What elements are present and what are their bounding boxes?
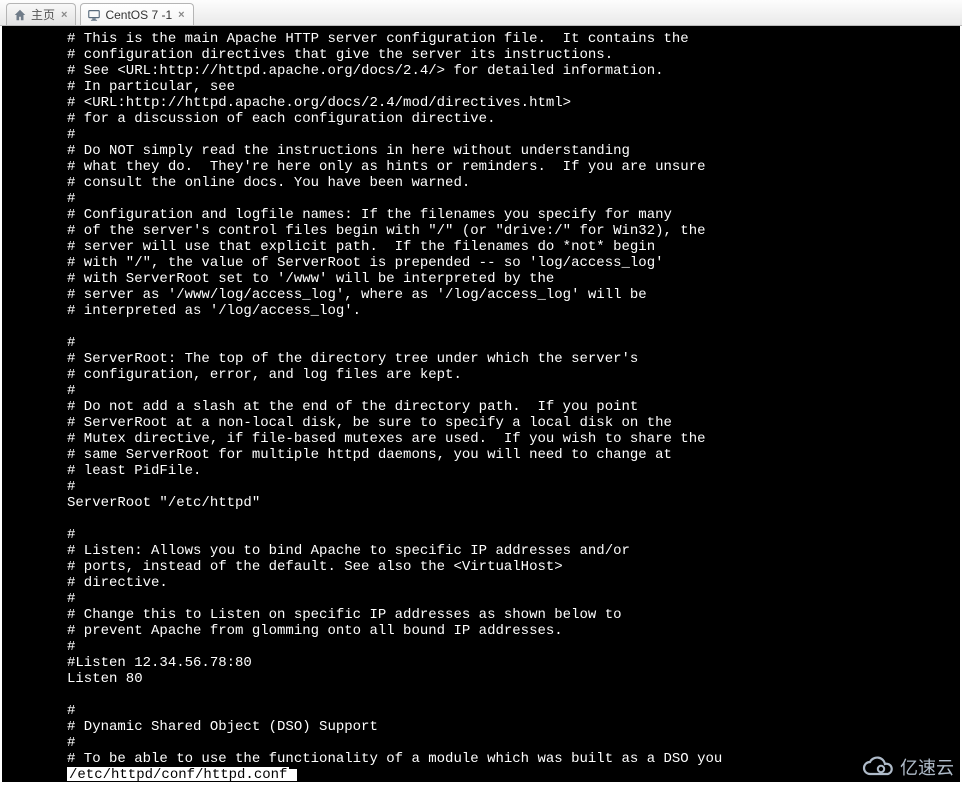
- terminal-line: #: [3, 735, 959, 751]
- terminal-line: #: [3, 191, 959, 207]
- watermark-text: 亿速云: [900, 754, 954, 780]
- terminal-line: # Configuration and logfile names: If th…: [3, 207, 959, 223]
- terminal-line: # least PidFile.: [3, 463, 959, 479]
- terminal-line: # To be able to use the functionality of…: [3, 751, 959, 767]
- cursor: [289, 769, 297, 782]
- terminal-line: #: [3, 639, 959, 655]
- terminal-line: # interpreted as '/log/access_log'.: [3, 303, 959, 319]
- terminal-line: # with "/", the value of ServerRoot is p…: [3, 255, 959, 271]
- terminal-line: # configuration directives that give the…: [3, 47, 959, 63]
- monitor-icon: [87, 8, 101, 22]
- terminal-line: # Do not add a slash at the end of the d…: [3, 399, 959, 415]
- terminal-line: # Change this to Listen on specific IP a…: [3, 607, 959, 623]
- terminal-line: #: [3, 127, 959, 143]
- cloud-icon: [860, 756, 894, 778]
- terminal-line: # server will use that explicit path. If…: [3, 239, 959, 255]
- terminal-line: #: [3, 591, 959, 607]
- terminal-line: # server as '/www/log/access_log', where…: [3, 287, 959, 303]
- close-icon[interactable]: ×: [176, 9, 186, 21]
- terminal-line: [3, 687, 959, 703]
- terminal-line: # directive.: [3, 575, 959, 591]
- terminal-line: # consult the online docs. You have been…: [3, 175, 959, 191]
- tab-bar: 主页 × CentOS 7 -1 ×: [0, 0, 962, 26]
- tab-vm-label: CentOS 7 -1: [105, 8, 172, 22]
- terminal-line: # of the server's control files begin wi…: [3, 223, 959, 239]
- terminal-line: # ports, instead of the default. See als…: [3, 559, 959, 575]
- terminal-line: # Mutex directive, if file-based mutexes…: [3, 431, 959, 447]
- terminal-line: [3, 511, 959, 527]
- terminal-output[interactable]: # This is the main Apache HTTP server co…: [3, 27, 959, 782]
- terminal-line: # Listen: Allows you to bind Apache to s…: [3, 543, 959, 559]
- tab-home-label: 主页: [31, 6, 55, 23]
- tab-vm[interactable]: CentOS 7 -1 ×: [80, 3, 193, 25]
- terminal-line: # with ServerRoot set to '/www' will be …: [3, 271, 959, 287]
- editor-status-path: /etc/httpd/conf/httpd.conf: [67, 767, 289, 782]
- watermark: 亿速云: [860, 754, 954, 780]
- close-icon[interactable]: ×: [59, 9, 69, 21]
- terminal-line: #: [3, 383, 959, 399]
- terminal-line: #: [3, 703, 959, 719]
- terminal-line: # configuration, error, and log files ar…: [3, 367, 959, 383]
- terminal-line: #: [3, 479, 959, 495]
- terminal-line: # for a discussion of each configuration…: [3, 111, 959, 127]
- terminal-line: # ServerRoot at a non-local disk, be sur…: [3, 415, 959, 431]
- terminal-line: # prevent Apache from glomming onto all …: [3, 623, 959, 639]
- tab-home[interactable]: 主页 ×: [6, 3, 76, 25]
- terminal-line: #: [3, 527, 959, 543]
- home-icon: [13, 8, 27, 22]
- terminal-line: #Listen 12.34.56.78:80: [3, 655, 959, 671]
- terminal-line: #: [3, 335, 959, 351]
- terminal-line: # See <URL:http://httpd.apache.org/docs/…: [3, 63, 959, 79]
- terminal-line: # ServerRoot: The top of the directory t…: [3, 351, 959, 367]
- terminal-line: # Dynamic Shared Object (DSO) Support: [3, 719, 959, 735]
- terminal-line: # This is the main Apache HTTP server co…: [3, 31, 959, 47]
- terminal-line: Listen 80: [3, 671, 959, 687]
- terminal-line: ServerRoot "/etc/httpd": [3, 495, 959, 511]
- terminal-line: # same ServerRoot for multiple httpd dae…: [3, 447, 959, 463]
- terminal-line: # <URL:http://httpd.apache.org/docs/2.4/…: [3, 95, 959, 111]
- terminal-line: # In particular, see: [3, 79, 959, 95]
- terminal-line: # what they do. They're here only as hin…: [3, 159, 959, 175]
- terminal-line: [3, 319, 959, 335]
- terminal-panel: # This is the main Apache HTTP server co…: [2, 26, 960, 782]
- terminal-line: # Do NOT simply read the instructions in…: [3, 143, 959, 159]
